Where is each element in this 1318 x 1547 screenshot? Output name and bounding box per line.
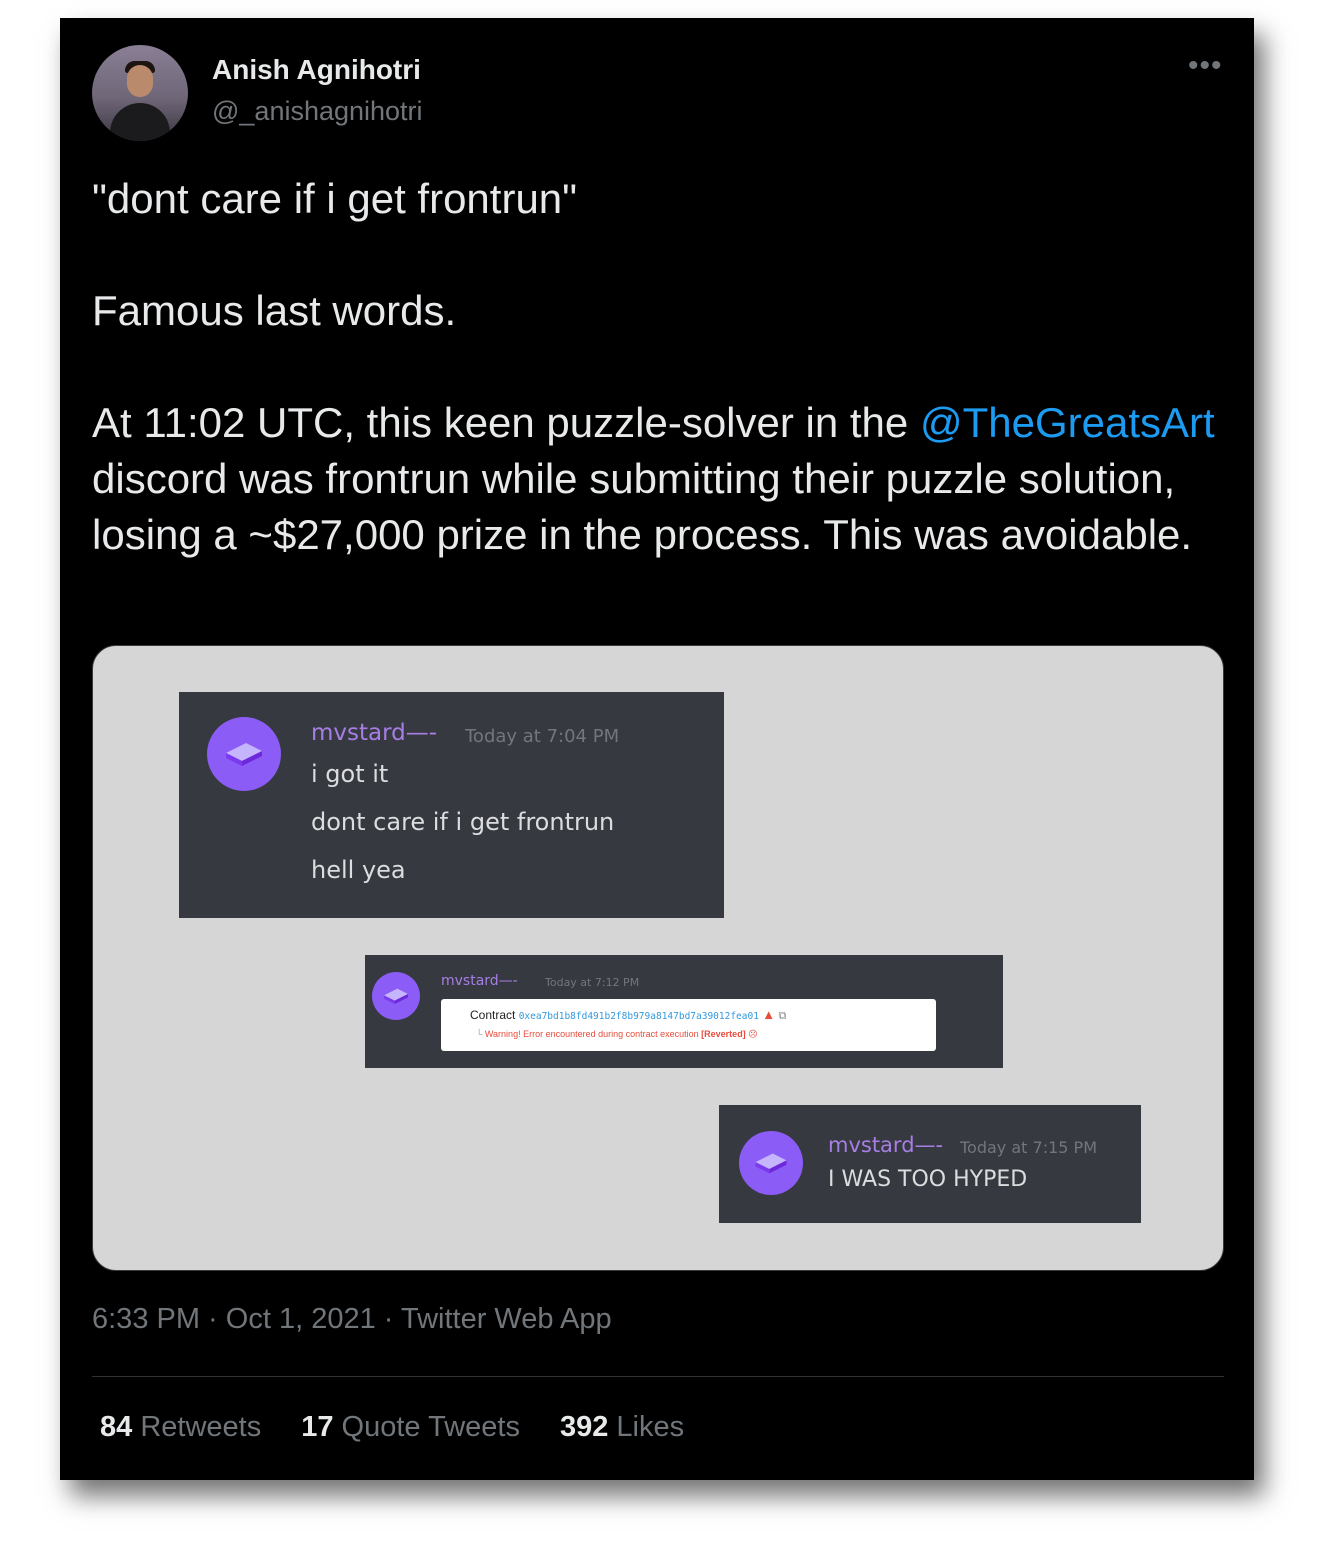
discord-line: I WAS TOO HYPED [828,1167,1028,1192]
sad-face-icon: ☹ [748,1029,758,1039]
brick-icon [207,717,281,791]
author-avatar[interactable] [92,45,188,141]
tweet-meta: 6:33 PM · Oct 1, 2021 · Twitter Web App [92,1303,612,1336]
discord-line: i got it [311,760,389,788]
retweets-label: Retweets [140,1411,262,1443]
author-handle[interactable]: @_anishagnihotri [212,96,423,127]
contract-label: Contract [470,1008,516,1022]
discord-username: mvstard—- [311,720,438,746]
tweet-card: Anish Agnihotri @_anishagnihotri ••• "do… [60,18,1254,1480]
discord-username: mvstard—- [828,1133,944,1157]
tweet-date[interactable]: Oct 1, 2021 [226,1303,376,1335]
discord-message-1: mvstard—- Today at 7:04 PM i got it dont… [179,692,724,918]
meta-separator: · [200,1303,226,1335]
warning-text: Warning! Error encountered during contra… [484,1029,702,1039]
discord-line: hell yea [311,856,406,884]
quote-tweets-stat[interactable]: 17 Quote Tweets [301,1411,520,1444]
brick-icon [739,1131,803,1195]
meta-separator: · [375,1303,401,1335]
discord-timestamp: Today at 7:12 PM [545,976,640,989]
tweet-source[interactable]: Twitter Web App [401,1303,612,1335]
reverted-status: [Reverted] [701,1029,746,1039]
retweets-count: 84 [100,1411,133,1443]
tweet-line-quote: "dont care if i get frontrun" [92,175,578,222]
tweet-media-image[interactable]: mvstard—- Today at 7:04 PM i got it dont… [92,645,1224,1271]
retweets-stat[interactable]: 84 Retweets [100,1411,261,1444]
discord-message-2: mvstard—- Today at 7:12 PM Contract 0xea… [365,955,1003,1068]
tweet-text: "dont care if i get frontrun" Famous las… [92,171,1232,563]
discord-message-3: mvstard—- Today at 7:15 PM I WAS TOO HYP… [719,1105,1141,1223]
tweet-stats: 84 Retweets 17 Quote Tweets 392 Likes [100,1411,684,1444]
contract-embed: Contract 0xea7bd1b8fd491b2f8b979a8147bd7… [441,999,936,1051]
more-icon[interactable]: ••• [1188,51,1223,81]
author-name[interactable]: Anish Agnihotri [212,54,421,86]
brick-icon [372,972,420,1020]
discord-timestamp: Today at 7:15 PM [960,1138,1097,1157]
likes-stat[interactable]: 392 Likes [560,1411,684,1444]
tree-branch-icon: └ [476,1029,485,1039]
divider [92,1376,1224,1377]
quote-tweets-count: 17 [301,1411,334,1443]
tweet-line-famous: Famous last words. [92,287,457,334]
tweet-line-body-start: At 11:02 UTC, this keen puzzle-solver in… [92,399,920,446]
discord-timestamp: Today at 7:04 PM [465,726,620,747]
copy-icon[interactable]: ⧉ [778,1010,786,1022]
mention-link[interactable]: @TheGreatsArt [920,399,1215,446]
likes-label: Likes [616,1411,685,1443]
warning-icon: ▲ [762,1007,776,1022]
likes-count: 392 [559,1411,609,1443]
tweet-time[interactable]: 6:33 PM [92,1303,200,1335]
discord-line: dont care if i get frontrun [311,808,615,836]
quote-tweets-label: Quote Tweets [341,1411,520,1443]
contract-address-link[interactable]: 0xea7bd1b8fd491b2f8b979a8147bd7a39012fea… [519,1011,759,1022]
discord-username: mvstard—- [441,973,518,989]
